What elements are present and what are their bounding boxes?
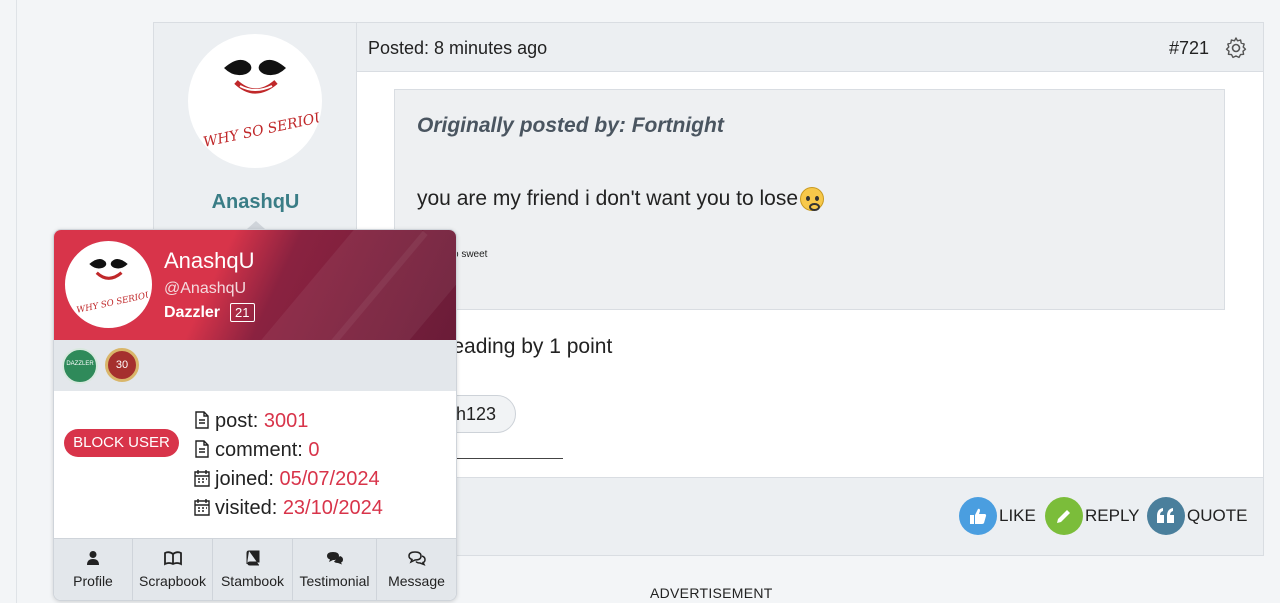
post-number-link[interactable]: #721 — [1169, 38, 1209, 59]
pencil-icon — [1045, 497, 1083, 535]
tab-profile[interactable]: Profile — [54, 539, 133, 600]
gear-icon[interactable] — [1224, 36, 1248, 60]
profile-card-handle: @AnashqU — [164, 280, 247, 297]
svg-text:WHY SO SERIOUS?: WHY SO SERIOUS? — [76, 288, 150, 316]
stat-comment-label: comment: — [215, 439, 303, 461]
quote-text-content: you are my friend i don't want you to lo… — [417, 187, 799, 210]
comments-icon — [326, 552, 343, 565]
stat-visited-label: visited: — [215, 497, 278, 519]
svg-text:WHY SO SERIOUS?: WHY SO SERIOUS? — [202, 106, 322, 151]
post-body-text: t leading by 1 point — [436, 335, 613, 358]
author-avatar[interactable]: WHY SO SERIOUS? — [188, 34, 322, 168]
worried-emoji-icon — [800, 187, 825, 211]
profile-card-avatar[interactable]: WHY SO SERIOUS? — [65, 241, 152, 328]
like-label: LIKE — [999, 506, 1036, 525]
stat-visited-value: 23/10/2024 — [282, 497, 383, 519]
block-user-button[interactable]: BLOCK USER — [64, 429, 179, 457]
page-left-rule — [16, 0, 17, 603]
tab-message[interactable]: Message — [377, 539, 456, 600]
stat-comment-value: 0 — [308, 439, 320, 461]
profile-card-header: WHY SO SERIOUS? AnashqU @AnashqU Dazzler… — [54, 230, 456, 340]
stat-visited: visited: 23/10/2024 — [194, 494, 383, 523]
level-badge: 21 — [230, 303, 255, 322]
quote-text: you are my friend i don't want you to lo… — [417, 187, 825, 211]
joker-avatar-image: WHY SO SERIOUS? — [76, 259, 150, 316]
tab-scrapbook[interactable]: Scrapbook — [133, 539, 213, 600]
stat-comment: comment: 0 — [194, 436, 383, 465]
30-badge-icon[interactable]: 30 — [105, 348, 139, 382]
stat-joined: joined: 05/07/2024 — [194, 465, 383, 494]
quote-small-text: o sweet — [453, 249, 488, 260]
quote-attribution: Originally posted by: Fortnight — [417, 114, 724, 137]
post-actions: LIKE REPLY QUOTE — [357, 477, 1263, 555]
dazzler-badge-icon[interactable]: DAZZLER — [62, 348, 98, 384]
tab-stambook-label: Stambook — [220, 573, 285, 589]
stat-joined-value: 05/07/2024 — [279, 468, 380, 490]
quote-marks-icon — [1147, 497, 1185, 535]
document-icon — [195, 411, 209, 429]
quote-label: QUOTE — [1187, 506, 1248, 525]
document-icon — [195, 440, 209, 458]
stat-post-value: 3001 — [263, 410, 309, 432]
author-username[interactable]: AnashqU — [154, 191, 357, 214]
quote-button[interactable]: QUOTE — [1147, 497, 1247, 535]
stat-joined-label: joined: — [215, 468, 274, 490]
tooltip-caret — [247, 221, 265, 229]
stat-post: post: 3001 — [194, 407, 383, 436]
calendar-icon — [194, 470, 210, 487]
post-header: Posted: 8 minutes ago #721 — [357, 23, 1263, 72]
profile-card-name[interactable]: AnashqU — [164, 248, 255, 274]
book-icon — [246, 550, 259, 566]
profile-hover-card: WHY SO SERIOUS? AnashqU @AnashqU Dazzler… — [53, 229, 457, 601]
profile-card-tabs: Profile Scrapbook Stambook Testimonial M… — [54, 538, 456, 600]
like-button[interactable]: LIKE — [959, 497, 1036, 535]
reply-label: REPLY — [1085, 506, 1140, 525]
tab-profile-label: Profile — [73, 573, 113, 589]
reply-button[interactable]: REPLY — [1045, 497, 1140, 535]
tab-stambook[interactable]: Stambook — [213, 539, 293, 600]
profile-stats: post: 3001 comment: 0 joined: 05/07/2024… — [194, 407, 383, 523]
badge-strip: DAZZLER 30 — [54, 340, 456, 391]
tab-testimonial-label: Testimonial — [299, 573, 370, 589]
calendar-icon — [194, 499, 210, 516]
profile-card-rank: Dazzler 21 — [164, 303, 255, 322]
posted-time: Posted: 8 minutes ago — [368, 38, 548, 58]
joker-avatar-image: WHY SO SERIOUS? — [202, 59, 322, 151]
user-icon — [87, 551, 99, 565]
quoted-post: Originally posted by: Fortnight you are … — [394, 89, 1225, 310]
tab-message-label: Message — [388, 573, 445, 589]
message-icon — [407, 551, 426, 566]
tab-scrapbook-label: Scrapbook — [139, 573, 206, 589]
thumbs-up-icon — [959, 497, 997, 535]
rank-label: Dazzler — [164, 303, 221, 321]
advertisement-label: ADVERTISEMENT — [650, 585, 773, 601]
tab-testimonial[interactable]: Testimonial — [293, 539, 377, 600]
stat-post-label: post: — [215, 410, 259, 432]
book-open-icon — [163, 551, 182, 566]
